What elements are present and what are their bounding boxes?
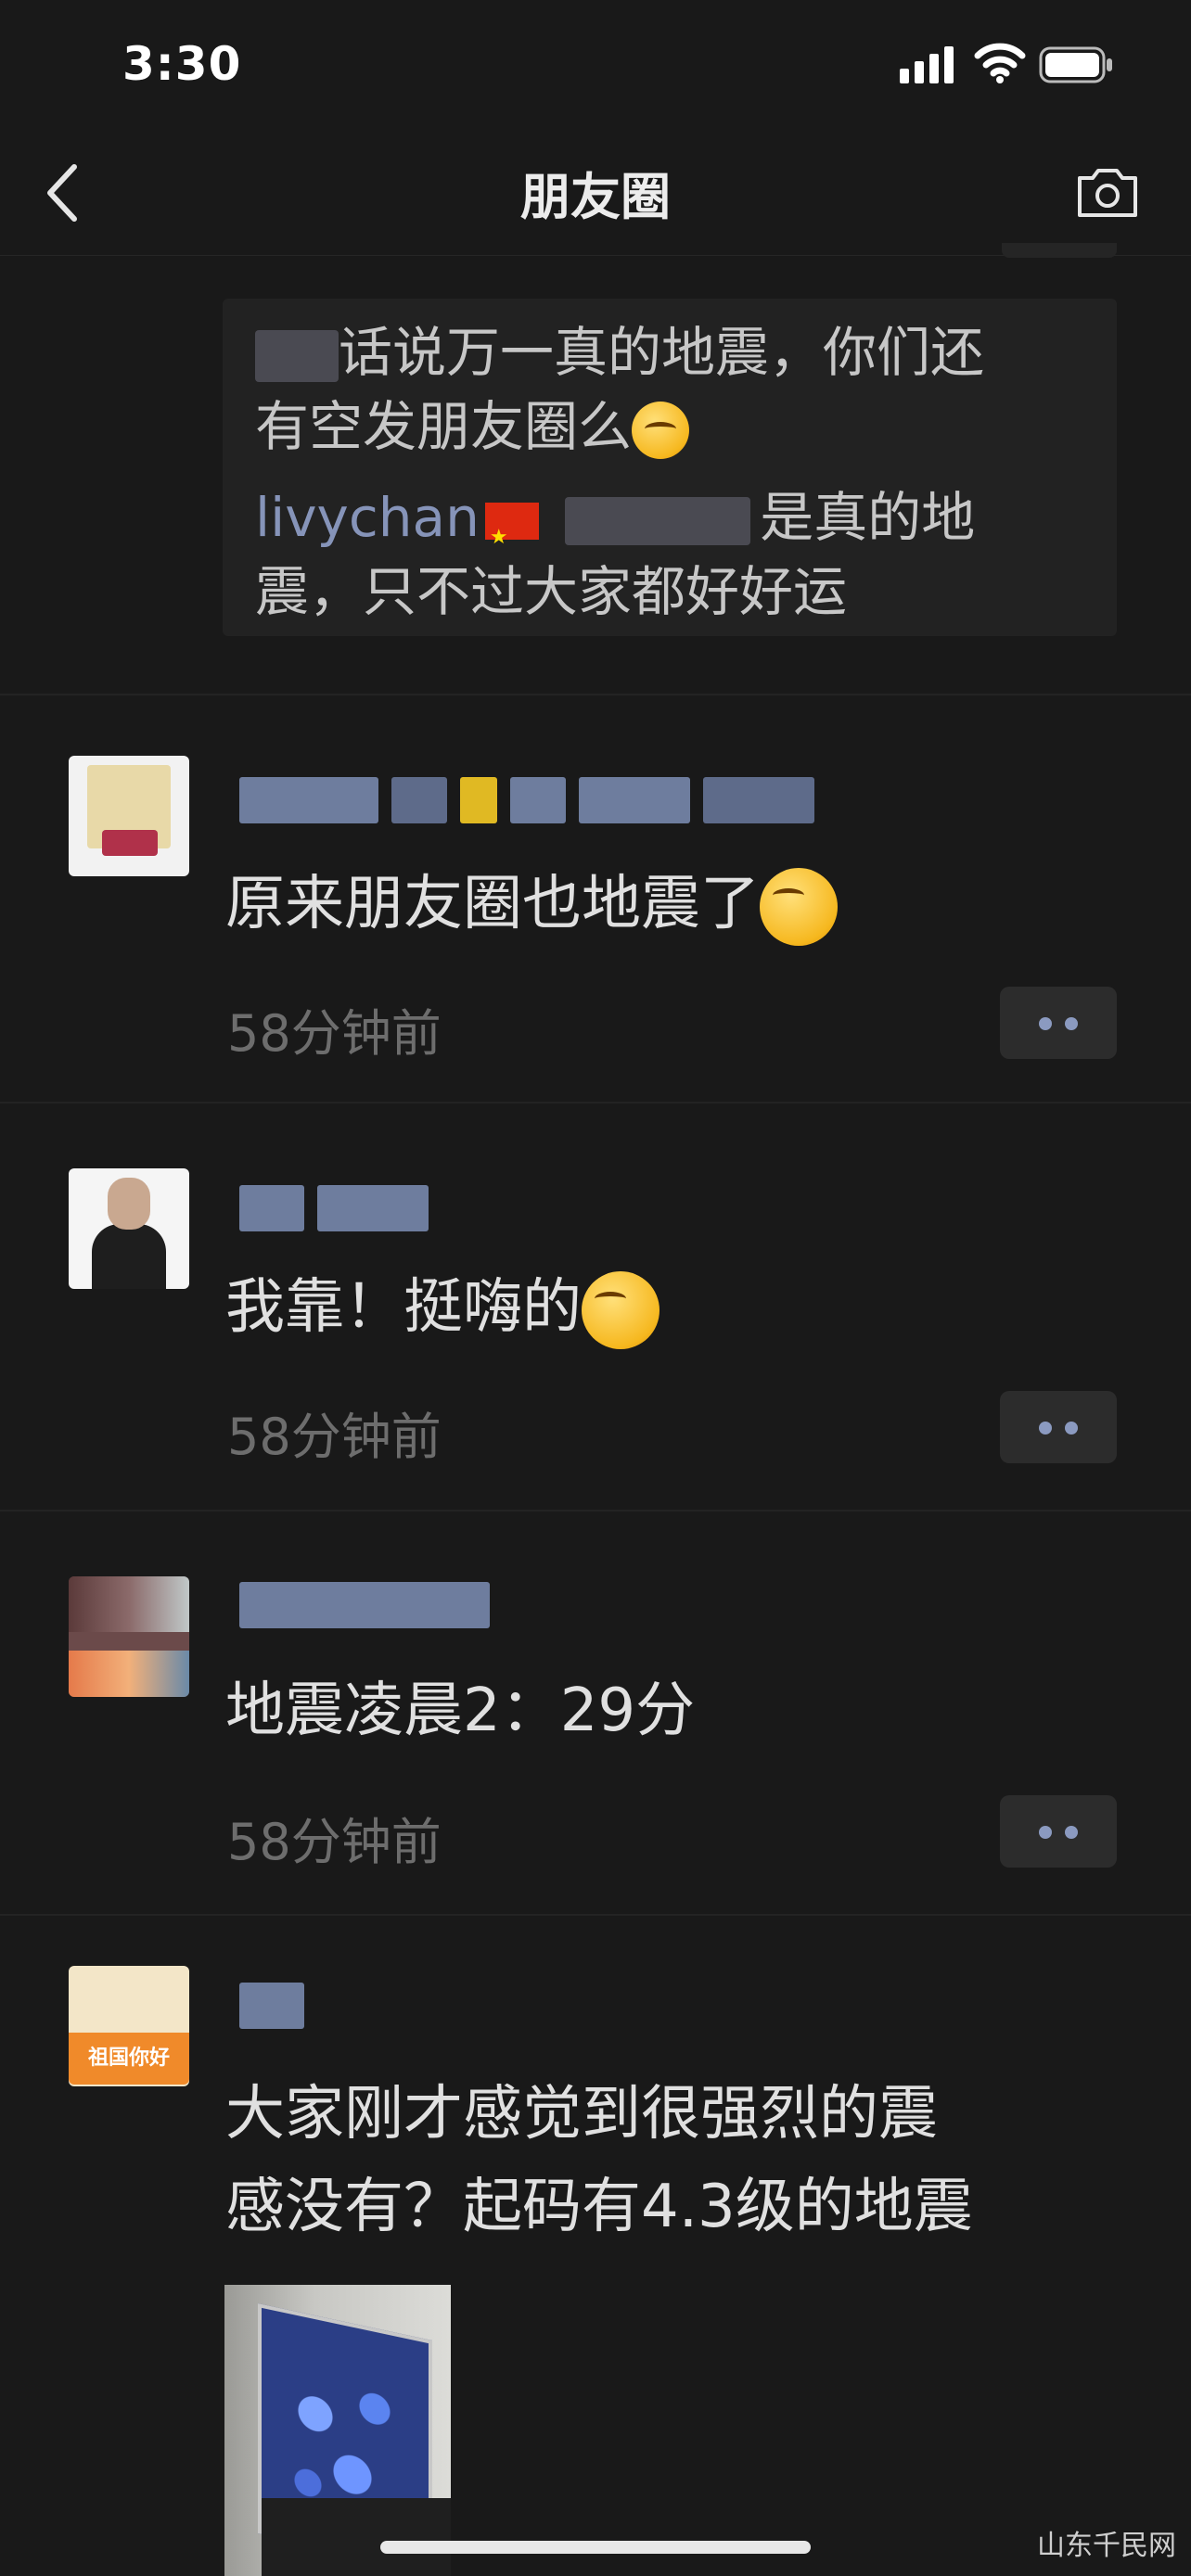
comment-box: 话说万一真的地震，你们还 有空发朋友圈么 livychan 是真的地 震，只不过… <box>223 299 1117 636</box>
comment-line: 震，只不过大家都好好运 <box>255 555 847 629</box>
post-time: 58分钟前 <box>227 1408 442 1466</box>
post-photo[interactable] <box>224 2285 451 2576</box>
post-divider <box>0 1510 1191 1511</box>
redacted-name <box>255 329 339 382</box>
avatar[interactable]: 祖国你好 <box>69 1966 189 2086</box>
avatar[interactable] <box>69 1168 189 1289</box>
comment-text: 有空发朋友圈么 <box>255 395 633 458</box>
more-options-button[interactable] <box>1000 987 1117 1059</box>
camera-icon[interactable] <box>1074 163 1141 223</box>
previous-post-edge <box>1002 243 1117 258</box>
comment-line: 有空发朋友圈么 <box>255 389 690 464</box>
smirk-666-emoji-icon <box>760 868 838 947</box>
post-time: 58分钟前 <box>227 1004 442 1063</box>
wifi-icon <box>974 43 1026 83</box>
post-divider <box>0 694 1191 695</box>
redacted-name <box>565 496 751 545</box>
post-text: 地震凌晨2：29分 <box>225 1677 696 1745</box>
comment-text: 话说万一真的地震，你们还 <box>339 321 985 384</box>
post-text: 我靠！挺嗨的 <box>225 1261 660 1354</box>
post-text-line: 大家刚才感觉到很强烈的震 <box>225 2080 938 2149</box>
china-flag-icon <box>484 501 539 575</box>
watermark: 山东千民网 <box>1037 2530 1176 2562</box>
battery-icon <box>1039 46 1112 83</box>
comment-text: 震，只不过大家都好好运 <box>255 560 848 623</box>
post-divider <box>0 1914 1191 1916</box>
thinking-emoji-icon <box>632 401 690 459</box>
home-indicator[interactable] <box>380 2541 811 2554</box>
avatar-badge: 祖国你好 <box>69 2033 189 2085</box>
shocked-emoji-icon <box>582 1271 660 1350</box>
nickname-redacted[interactable] <box>239 1185 442 1235</box>
comment-line: livychan 是真的地 <box>255 480 976 575</box>
post-divider <box>0 1102 1191 1103</box>
post-text: 原来朋友圈也地震了 <box>225 858 838 950</box>
cellular-signal-icon <box>900 46 954 83</box>
nickname-redacted[interactable] <box>239 1582 503 1632</box>
status-time: 3:30 <box>122 37 242 91</box>
nickname-redacted[interactable] <box>239 1983 317 2033</box>
post-text-line: 感没有？起码有4.3级的地震 <box>225 2173 973 2241</box>
more-options-button[interactable] <box>1000 1795 1117 1868</box>
avatar[interactable] <box>69 756 189 876</box>
post-content: 原来朋友圈也地震了 <box>225 870 760 938</box>
post-time: 58分钟前 <box>227 1813 442 1871</box>
more-options-button[interactable] <box>1000 1391 1117 1463</box>
page-title: 朋友圈 <box>520 168 671 226</box>
comment-line: 话说万一真的地震，你们还 <box>255 315 984 389</box>
avatar[interactable] <box>69 1576 189 1697</box>
comment-text: 是真的地 <box>760 486 976 549</box>
nickname-redacted[interactable] <box>239 777 827 827</box>
commenter-name[interactable]: livychan <box>255 486 480 549</box>
post-content: 我靠！挺嗨的 <box>225 1273 582 1342</box>
